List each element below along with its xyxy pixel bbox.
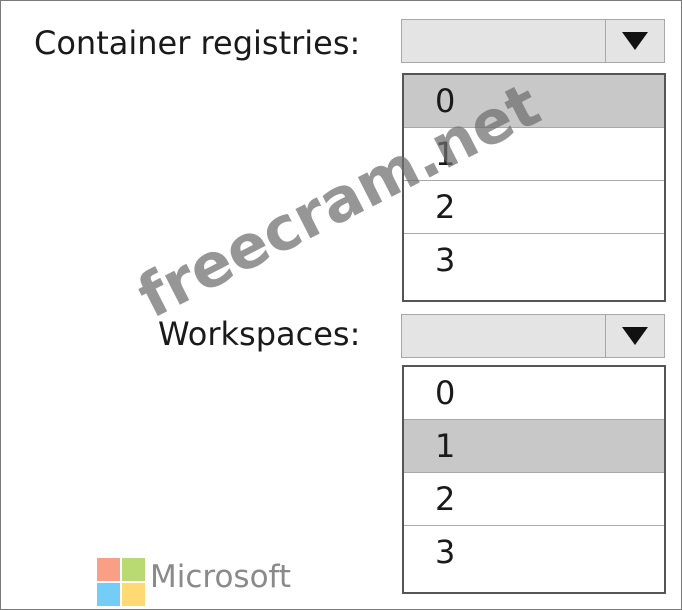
option-2[interactable]: 2 bbox=[404, 473, 664, 526]
answer-area: Container registries: 0 1 2 3 Workspaces… bbox=[0, 0, 682, 610]
logo-square-yellow bbox=[122, 583, 145, 606]
microsoft-logo-icon bbox=[97, 558, 145, 606]
option-1[interactable]: 1 bbox=[404, 128, 664, 181]
container-registries-options: 0 1 2 3 bbox=[402, 73, 666, 302]
logo-square-red bbox=[97, 558, 120, 581]
option-3[interactable]: 3 bbox=[404, 234, 664, 287]
triangle-down-icon bbox=[622, 327, 648, 345]
option-2[interactable]: 2 bbox=[404, 181, 664, 234]
workspaces-dropdown[interactable] bbox=[401, 314, 665, 358]
workspaces-options: 0 1 2 3 bbox=[402, 365, 666, 594]
workspaces-label: Workspaces: bbox=[158, 315, 361, 353]
triangle-down-icon bbox=[622, 32, 648, 50]
option-1[interactable]: 1 bbox=[404, 420, 664, 473]
brand-name: Microsoft bbox=[150, 559, 292, 595]
container-registries-label: Container registries: bbox=[34, 24, 361, 62]
dropdown-arrow-button[interactable] bbox=[605, 315, 664, 357]
container-registries-dropdown[interactable] bbox=[401, 19, 665, 63]
logo-square-green bbox=[122, 558, 145, 581]
option-3[interactable]: 3 bbox=[404, 526, 664, 579]
logo-square-blue bbox=[97, 583, 120, 606]
dropdown-arrow-button[interactable] bbox=[605, 20, 664, 62]
option-0[interactable]: 0 bbox=[404, 75, 664, 128]
option-0[interactable]: 0 bbox=[404, 367, 664, 420]
